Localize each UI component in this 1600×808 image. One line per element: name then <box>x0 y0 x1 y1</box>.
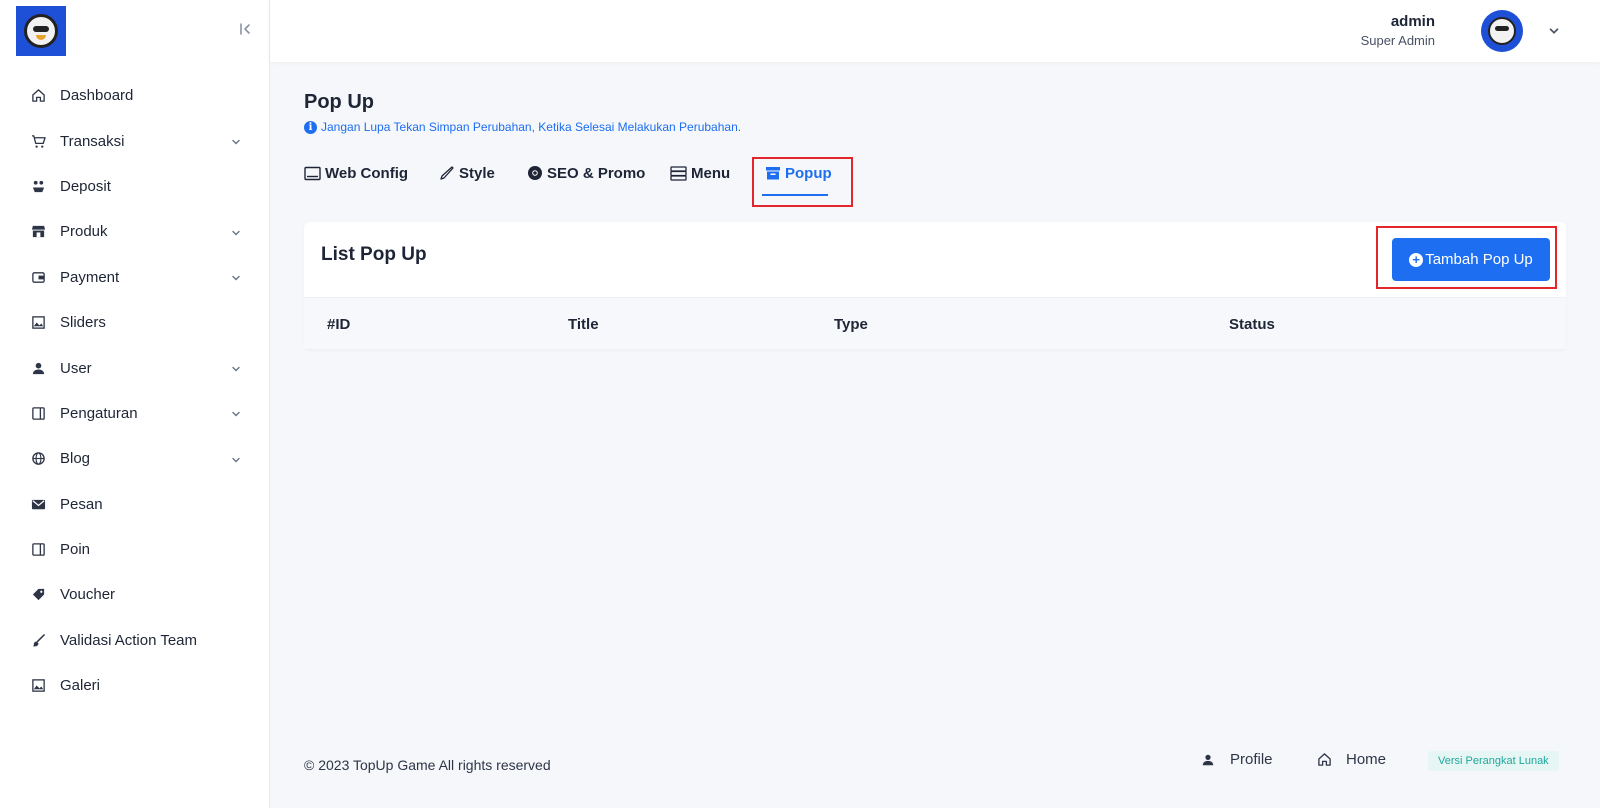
footer-profile-label: Profile <box>1230 751 1273 768</box>
sidebar-item-label: Poin <box>60 541 91 559</box>
sidebar-item-blog[interactable]: Blog <box>0 436 270 481</box>
sidebar-item-label: User <box>60 359 92 377</box>
sidebar-item-poin[interactable]: Poin <box>0 527 270 572</box>
brush-icon <box>30 632 46 648</box>
mail-icon <box>30 496 46 512</box>
sidebar: Dashboard Transaksi Deposit Produk Payme… <box>0 0 270 808</box>
sidebar-item-label: Galeri <box>60 677 101 695</box>
tab-web-config[interactable]: Web Config <box>304 158 408 188</box>
highlight-box <box>752 157 853 207</box>
sidebar-item-pesan[interactable]: Pesan <box>0 482 270 527</box>
column-header-title[interactable]: Title <box>568 316 599 333</box>
settings-panel-icon <box>30 405 46 421</box>
footer-profile-link[interactable]: Profile <box>1200 751 1273 768</box>
chevron-down-icon <box>230 407 242 419</box>
tab-menu[interactable]: Menu <box>670 158 730 188</box>
sidebar-item-label: Blog <box>60 450 91 468</box>
sidebar-item-label: Pesan <box>60 495 103 513</box>
tab-label: Menu <box>691 164 731 182</box>
avatar[interactable] <box>1481 10 1523 52</box>
wallet-icon <box>30 269 46 285</box>
chevron-down-icon <box>230 135 242 147</box>
sidebar-item-sliders[interactable]: Sliders <box>0 300 270 345</box>
notice-text: Jangan Lupa Tekan Simpan Perubahan, Keti… <box>321 120 742 134</box>
highlight-box <box>1376 226 1557 289</box>
chrome-icon <box>526 165 543 182</box>
sidebar-item-transaksi[interactable]: Transaksi <box>0 118 270 163</box>
home-icon <box>1316 752 1332 768</box>
sidebar-item-label: Produk <box>60 223 108 241</box>
home-icon <box>30 88 46 104</box>
server-icon <box>670 165 687 182</box>
sidebar-item-label: Transaksi <box>60 132 125 150</box>
sidebar-item-label: Dashboard <box>60 87 134 105</box>
points-icon <box>30 542 46 558</box>
sidebar-item-label: Payment <box>60 268 120 286</box>
tab-seo-promo[interactable]: SEO & Promo <box>526 158 645 188</box>
brand-logo[interactable] <box>16 6 66 56</box>
chevron-down-icon[interactable] <box>1547 24 1561 38</box>
user-icon <box>30 360 46 376</box>
pen-icon <box>438 165 455 182</box>
footer-home-label: Home <box>1346 751 1387 768</box>
tab-label: SEO & Promo <box>547 164 646 182</box>
tag-icon <box>30 587 46 603</box>
cart-icon <box>30 133 46 149</box>
gallery-icon <box>30 678 46 694</box>
tab-style[interactable]: Style <box>438 158 495 188</box>
sidebar-item-user[interactable]: User <box>0 345 270 390</box>
sidebar-item-validasi-action-team[interactable]: Validasi Action Team <box>0 618 270 663</box>
footer-home-link[interactable]: Home <box>1316 751 1386 768</box>
card-title: List Pop Up <box>321 244 427 265</box>
notice: i Jangan Lupa Tekan Simpan Perubahan, Ke… <box>304 120 741 134</box>
tab-label: Style <box>459 164 495 182</box>
user-icon <box>1200 752 1216 768</box>
chevron-down-icon <box>230 362 242 374</box>
store-icon <box>30 224 46 240</box>
column-header-type[interactable]: Type <box>834 316 868 333</box>
info-icon: i <box>304 120 317 134</box>
column-header-status[interactable]: Status <box>1229 316 1275 333</box>
sidebar-item-label: Voucher <box>60 586 116 604</box>
column-header-id[interactable]: #ID <box>327 316 350 333</box>
sidebar-item-label: Deposit <box>60 177 111 195</box>
monitor-icon <box>304 165 321 182</box>
tab-label: Web Config <box>325 164 409 182</box>
user-role: Super Admin <box>1360 33 1435 48</box>
sidebar-item-pengaturan[interactable]: Pengaturan <box>0 391 270 436</box>
image-icon <box>30 315 46 331</box>
chevron-down-icon <box>230 453 242 465</box>
page-title: Pop Up <box>304 91 374 113</box>
sidebar-item-voucher[interactable]: Voucher <box>0 572 270 617</box>
collapse-sidebar-icon[interactable] <box>236 22 254 40</box>
chevron-down-icon <box>230 271 242 283</box>
deposit-icon <box>30 178 46 194</box>
sidebar-item-payment[interactable]: Payment <box>0 255 270 300</box>
sidebar-item-galeri[interactable]: Galeri <box>0 663 270 708</box>
sidebar-nav: Dashboard Transaksi Deposit Produk Payme… <box>0 73 270 708</box>
sidebar-item-deposit[interactable]: Deposit <box>0 164 270 209</box>
top-bar <box>270 0 1600 62</box>
sidebar-item-dashboard[interactable]: Dashboard <box>0 73 270 118</box>
table-header: #ID Title Type Status <box>304 297 1566 350</box>
user-name: admin <box>1390 13 1435 30</box>
version-badge: Versi Perangkat Lunak <box>1428 751 1559 771</box>
chevron-down-icon <box>230 226 242 238</box>
sidebar-item-produk[interactable]: Produk <box>0 209 270 254</box>
sidebar-item-label: Pengaturan <box>60 404 138 422</box>
sidebar-item-label: Sliders <box>60 314 106 332</box>
sidebar-item-label: Validasi Action Team <box>60 631 198 649</box>
copyright: © 2023 TopUp Game All rights reserved <box>304 757 551 773</box>
globe-icon <box>30 451 46 467</box>
